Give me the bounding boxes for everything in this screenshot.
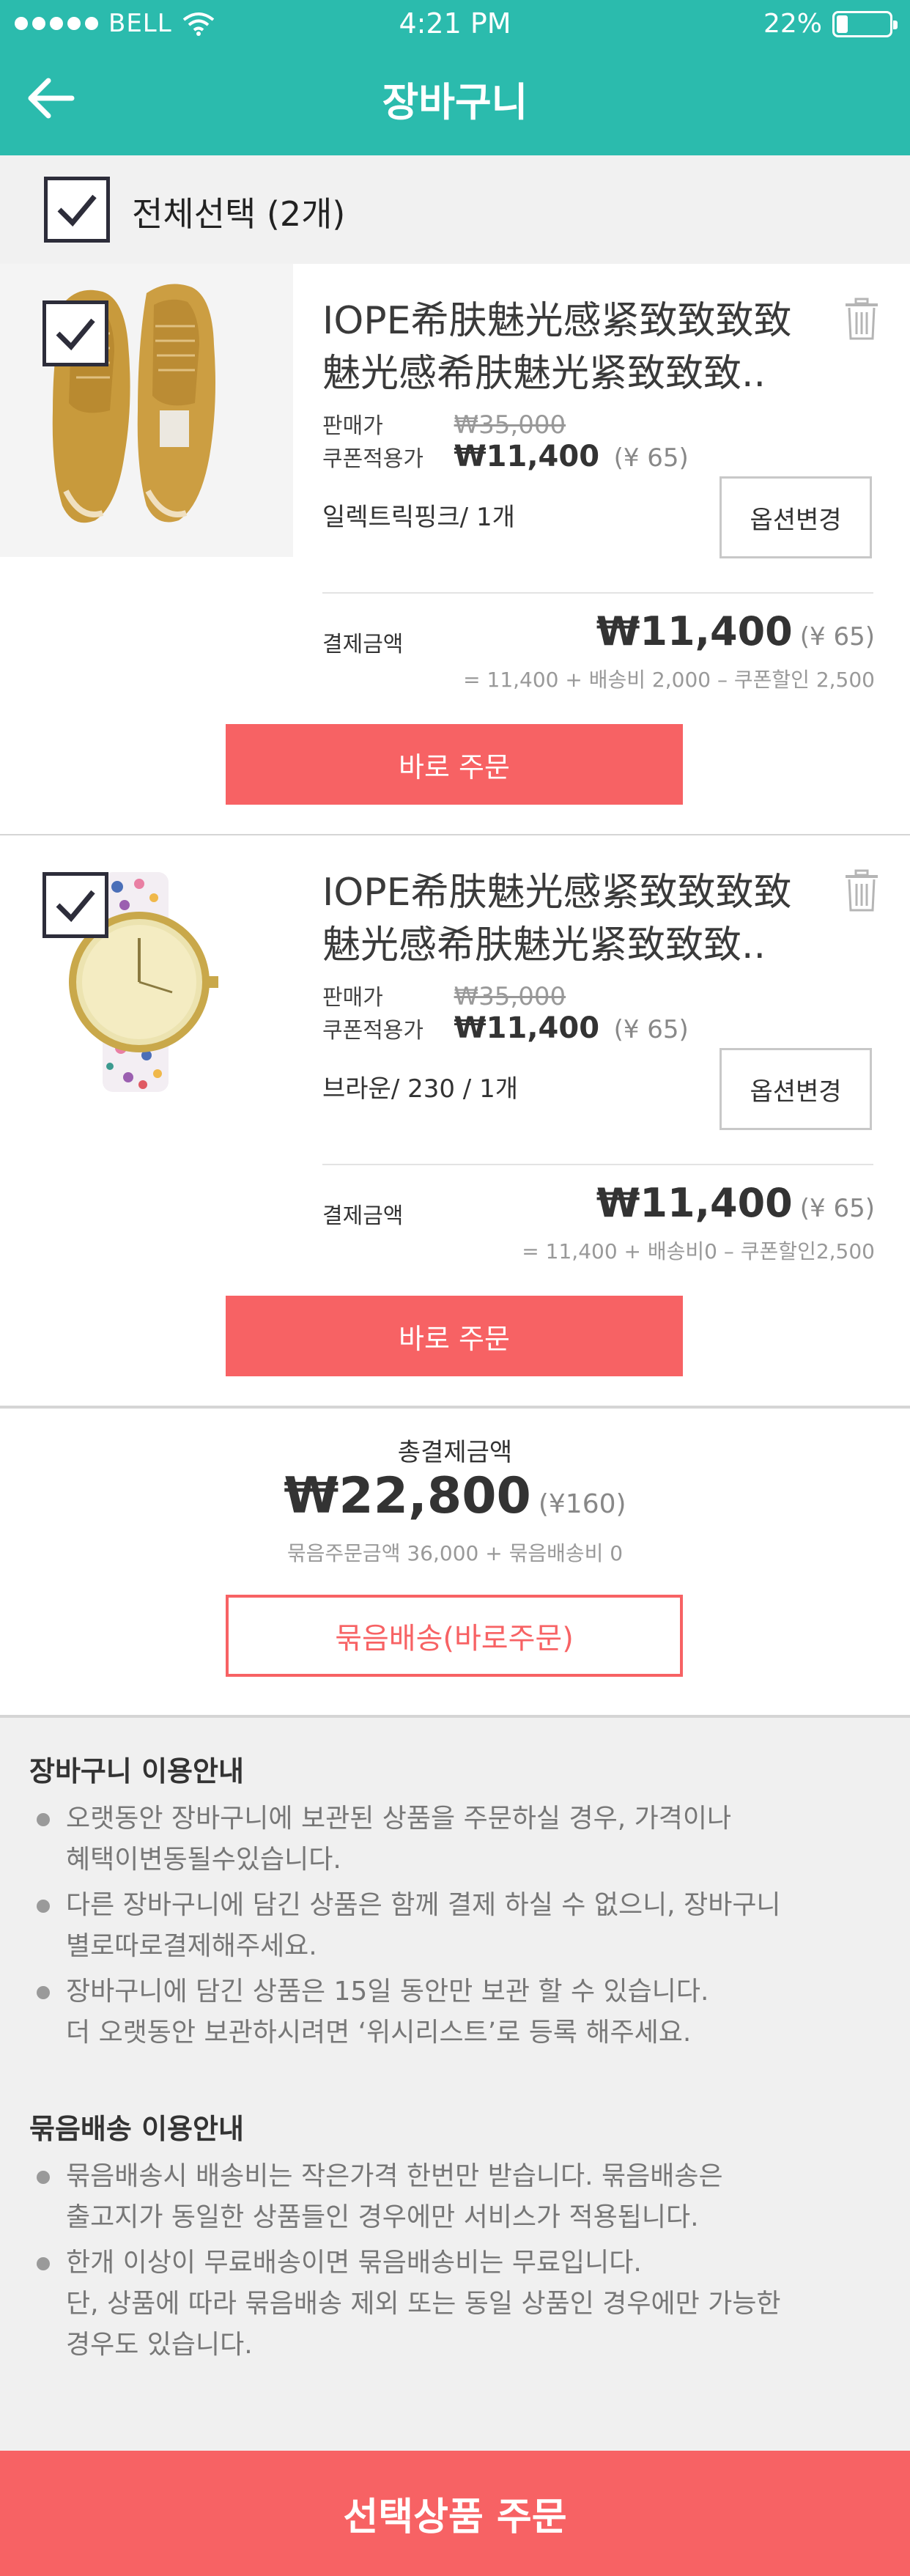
option-change-button[interactable]: 옵션변경 xyxy=(720,1048,872,1130)
divider xyxy=(322,1164,873,1165)
order-now-button[interactable]: 바로 주문 xyxy=(226,1296,683,1376)
select-all-label: 전체선택 (2개) xyxy=(132,194,346,234)
page-title: 장바구니 xyxy=(382,79,528,125)
total-amount: ₩22,800 (¥160) xyxy=(284,1467,626,1525)
cart-item: IOPE希肤魅光感紧致致致致 魅光感希肤魅光紧致致致.. 판매가 ₩35,000… xyxy=(0,264,910,834)
original-price: ₩35,000 xyxy=(454,982,566,1011)
payment-label: 결제금액 xyxy=(322,632,404,657)
order-now-button[interactable]: 바로 주문 xyxy=(226,724,683,805)
coupon-price-row: 쿠폰적용가 ₩11,400 (¥ 65) xyxy=(322,440,689,473)
option-text: 일렉트릭핑크/ 1개 xyxy=(322,503,515,532)
check-icon xyxy=(56,890,95,923)
sale-price-label: 판매가 xyxy=(322,985,383,1011)
list-item: 묶음배송시 배송비는 작은가격 한번만 받습니다. 묶음배송은 출고지가 동일한 … xyxy=(29,2156,879,2238)
status-bar: BELL 4:21 PM 22% xyxy=(0,0,910,51)
bundle-guide-list: 묶음배송시 배송비는 작은가격 한번만 받습니다. 묶음배송은 출고지가 동일한 … xyxy=(29,2156,879,2370)
product-name[interactable]: IOPE希肤魅光感紧致致致致 魅光感希肤魅光紧致致致.. xyxy=(322,866,828,972)
cart-guide-title: 장바구니 이용안내 xyxy=(29,1755,244,1787)
list-item: 장바구니에 담긴 상품은 15일 동안만 보관 할 수 있습니다. 더 오랫동안 … xyxy=(29,1971,879,2053)
sale-price-row: 판매가 ₩35,000 xyxy=(322,407,566,440)
option-change-button[interactable]: 옵션변경 xyxy=(720,476,872,558)
list-item: 한개 이상이 무료배송이면 묶음배송비는 무료입니다. 단, 상품에 따라 묶음배… xyxy=(29,2243,879,2366)
payment-breakdown: = 11,400 + 배송비0 – 쿠폰할인2,500 xyxy=(522,1239,875,1263)
cart-guide-list: 오랫동안 장바구니에 보관된 상품을 주문하실 경우, 가격이나 혜택이변동될수있… xyxy=(29,1798,879,2058)
coupon-price-label: 쿠폰적용가 xyxy=(322,1018,423,1044)
coupon-price-label: 쿠폰적용가 xyxy=(322,446,423,472)
option-text: 브라운/ 230 / 1개 xyxy=(322,1074,518,1104)
sale-price-label: 판매가 xyxy=(322,413,383,439)
payment-amount: ₩11,400 (¥ 65) xyxy=(596,608,875,654)
battery-percent: 22% xyxy=(763,9,822,39)
bundle-guide-title: 묶음배송 이용안내 xyxy=(29,2113,244,2145)
coupon-price: ₩11,400 xyxy=(454,1011,600,1045)
list-item: 다른 장바구니에 담긴 상품은 함께 결제 하실 수 없으니, 장바구니 별로따로… xyxy=(29,1885,879,1967)
payment-breakdown: = 11,400 + 배송비 2,000 – 쿠폰할인 2,500 xyxy=(463,668,875,692)
battery-icon xyxy=(832,10,898,37)
item-checkbox[interactable] xyxy=(42,300,108,366)
status-right: 22% xyxy=(763,9,898,39)
bundle-order-button[interactable]: 묶음배송(바로주문) xyxy=(226,1595,683,1677)
divider xyxy=(322,592,873,594)
sale-price-row: 판매가 ₩35,000 xyxy=(322,979,566,1011)
coupon-price: ₩11,400 xyxy=(454,440,600,473)
order-selected-button[interactable]: 선택상품 주문 xyxy=(0,2451,910,2576)
coupon-yen: (¥ 65) xyxy=(613,1015,689,1044)
select-all-bar: 전체선택 (2개) xyxy=(0,155,910,264)
trash-icon[interactable] xyxy=(843,869,881,913)
check-icon xyxy=(56,318,95,351)
app-header: BELL 4:21 PM 22% 장바구니 xyxy=(0,0,910,155)
coupon-price-row: 쿠폰적용가 ₩11,400 (¥ 65) xyxy=(322,1011,689,1045)
trash-icon[interactable] xyxy=(843,298,881,342)
list-item: 오랫동안 장바구니에 보관된 상품을 주문하실 경우, 가격이나 혜택이변동될수있… xyxy=(29,1798,879,1881)
coupon-yen: (¥ 65) xyxy=(613,443,689,473)
total-label: 총결제금액 xyxy=(397,1438,513,1467)
select-all-checkbox[interactable] xyxy=(44,177,110,243)
payment-label: 결제금액 xyxy=(322,1203,404,1229)
check-icon xyxy=(57,194,97,227)
payment-amount: ₩11,400 (¥ 65) xyxy=(596,1180,875,1226)
total-section: 총결제금액 ₩22,800 (¥160) 묶음주문금액 36,000 + 묶음배송… xyxy=(0,1409,910,1715)
product-name[interactable]: IOPE希肤魅光感紧致致致致 魅光感希肤魅光紧致致致.. xyxy=(322,295,828,400)
cart-item: IOPE希肤魅光感紧致致致致 魅光感希肤魅光紧致致致.. 판매가 ₩35,000… xyxy=(0,835,910,1406)
guide-section: 장바구니 이용안내 오랫동안 장바구니에 보관된 상품을 주문하실 경우, 가격… xyxy=(0,1715,910,2451)
item-checkbox[interactable] xyxy=(42,872,108,938)
total-breakdown: 묶음주문금액 36,000 + 묶음배송비 0 xyxy=(286,1541,624,1565)
original-price: ₩35,000 xyxy=(454,410,566,440)
